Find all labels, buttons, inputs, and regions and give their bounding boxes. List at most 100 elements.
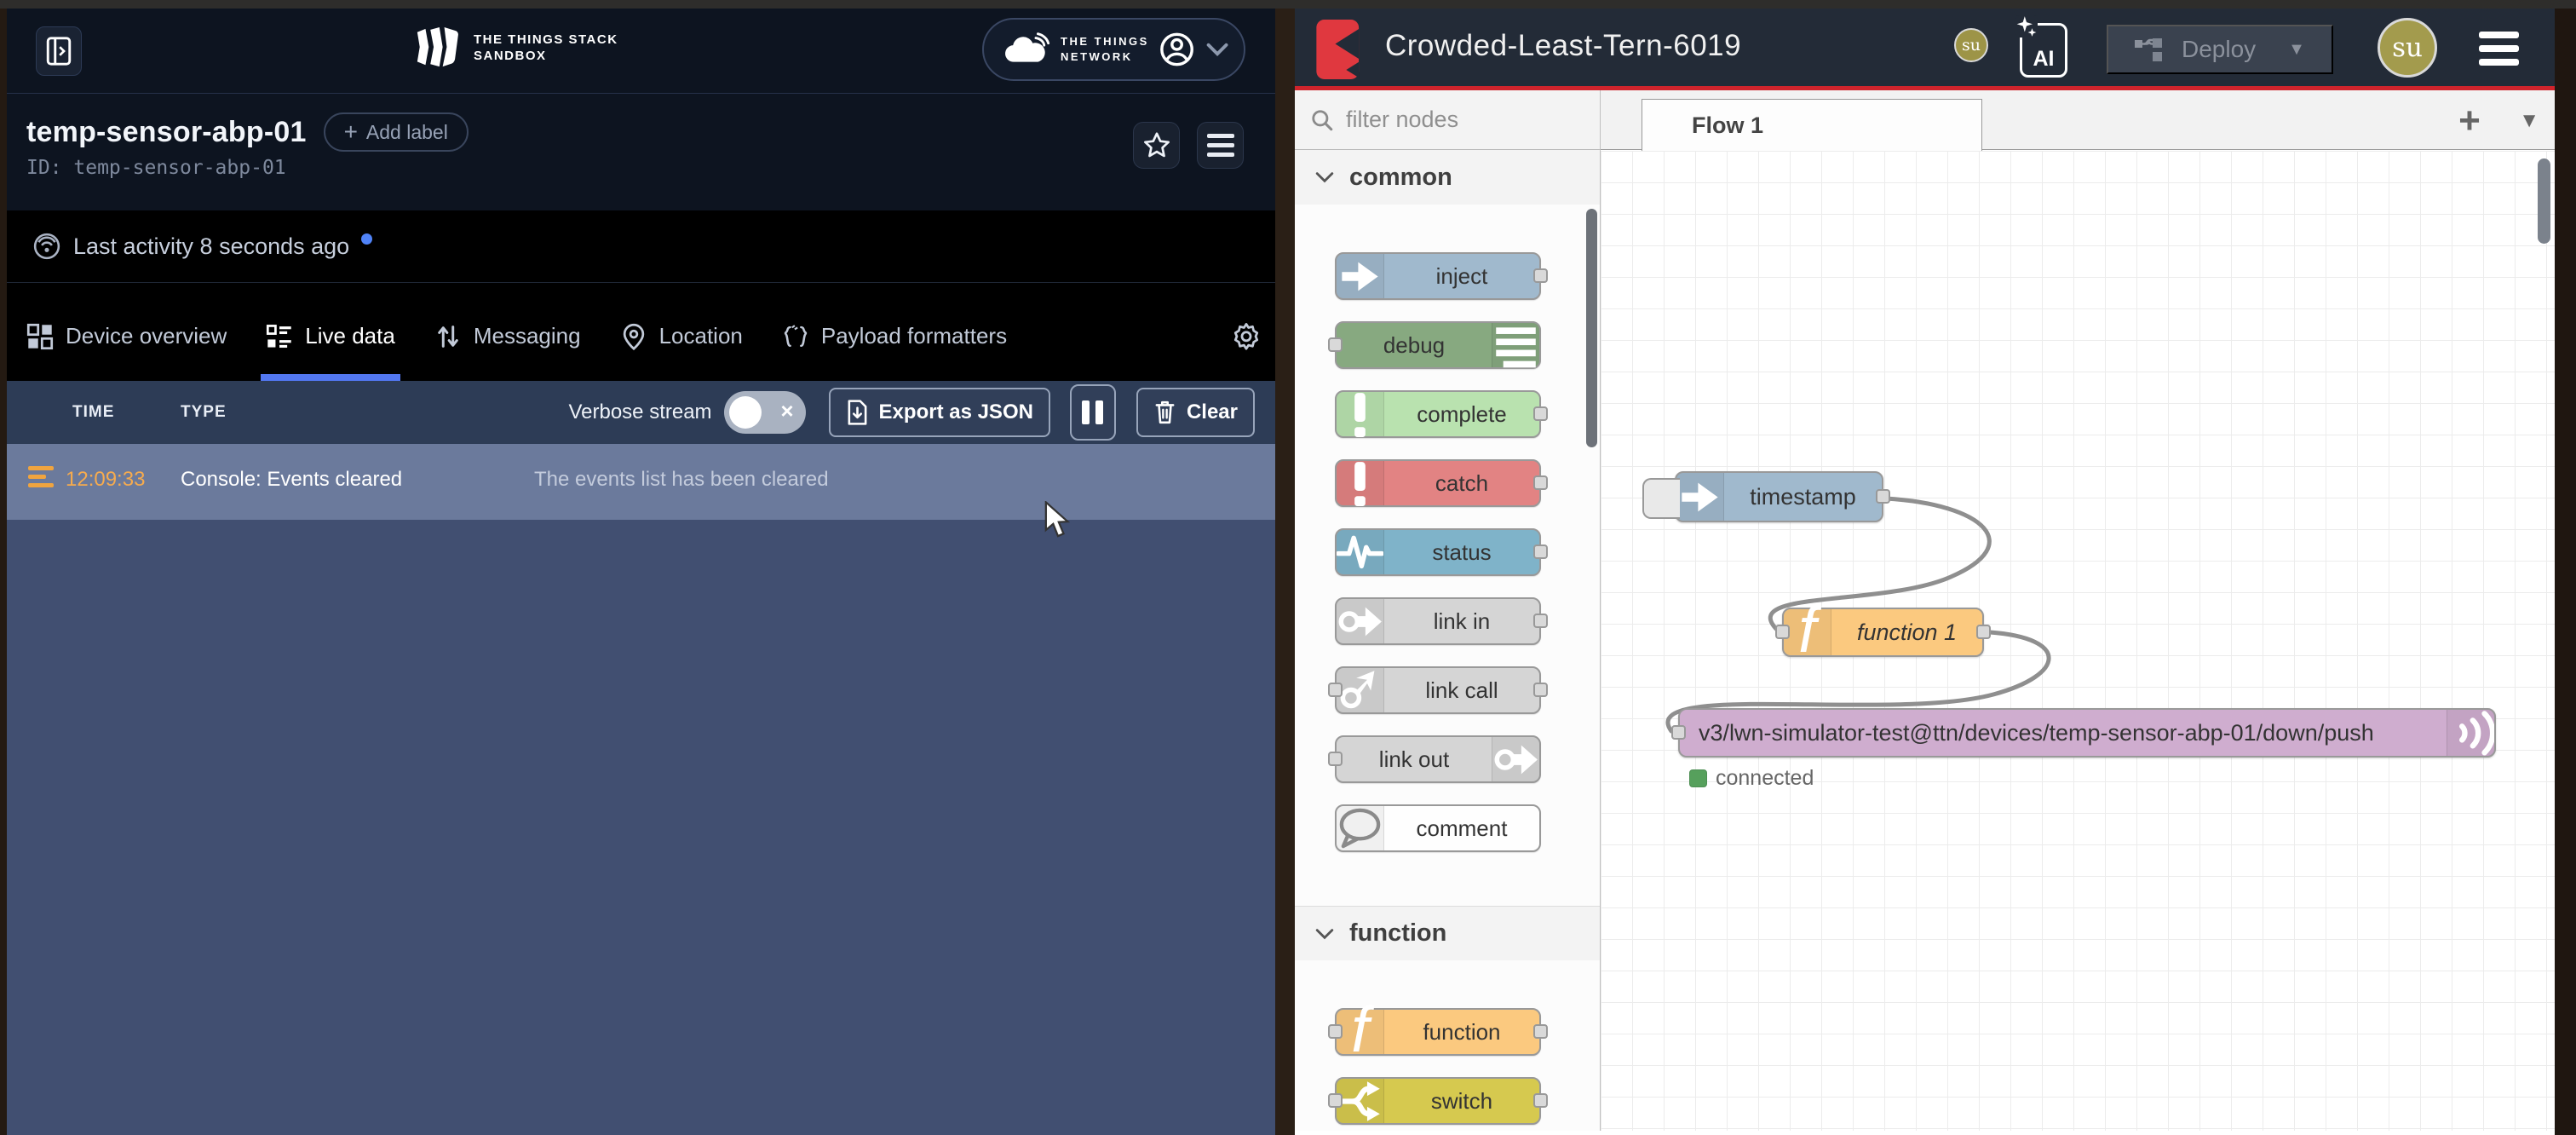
- desktop: THE THINGS STACK SANDBOX THE THINGS NETW…: [0, 0, 2576, 1135]
- node-input-port[interactable]: [1328, 752, 1343, 766]
- node-output-port[interactable]: [1876, 489, 1890, 504]
- node-red-logo: [1315, 20, 1365, 79]
- node-input-port[interactable]: [1328, 337, 1343, 352]
- tab-messaging[interactable]: Messaging: [434, 291, 581, 381]
- palette-scrollbar[interactable]: [1586, 209, 1597, 447]
- inject-trigger-button[interactable]: [1642, 478, 1680, 519]
- column-header-type: TYPE: [181, 403, 227, 422]
- account-line1: THE THINGS: [1061, 34, 1149, 49]
- palette-node-function[interactable]: ffunction: [1335, 1008, 1541, 1056]
- node-output-port[interactable]: [1533, 614, 1548, 628]
- wires: [1601, 151, 2555, 1131]
- search-icon: [1310, 108, 1334, 132]
- node-output-port[interactable]: [1533, 683, 1548, 697]
- sidebar-toggle-button[interactable]: [36, 26, 82, 76]
- user-badge-small[interactable]: su: [1954, 28, 1988, 62]
- page-title: temp-sensor-abp-01: [26, 116, 307, 149]
- tts-logo-line2: SANDBOX: [474, 49, 618, 65]
- flow-node-timestamp[interactable]: timestamp: [1675, 471, 1883, 522]
- pause-stream-button[interactable]: [1070, 384, 1116, 441]
- account-menu-button[interactable]: THE THINGS NETWORK: [982, 18, 1245, 81]
- event-row[interactable]: 12:09:33 Console: Events cleared The eve…: [7, 444, 1275, 520]
- user-avatar[interactable]: su: [2378, 18, 2437, 78]
- deploy-dropdown-caret[interactable]: ▼: [2288, 40, 2305, 60]
- gear-icon[interactable]: [1231, 322, 1262, 353]
- deploy-button[interactable]: Deploy ▼: [2107, 25, 2333, 74]
- map-pin-icon: [620, 323, 647, 350]
- palette-filter: [1295, 90, 1600, 150]
- tab-device-overview[interactable]: Device overview: [26, 291, 227, 381]
- node-output-port[interactable]: [1533, 475, 1548, 490]
- node-input-port[interactable]: [1328, 683, 1343, 697]
- window-top-strip: [0, 0, 2576, 9]
- flow-node-mqtt-out[interactable]: v3/lwn-simulator-test@ttn/devices/temp-s…: [1678, 708, 2496, 758]
- flow-list-caret[interactable]: ▼: [2519, 109, 2539, 133]
- palette-node-complete[interactable]: complete: [1335, 390, 1541, 438]
- chevron-down-icon: [1206, 37, 1228, 61]
- palette-node-status[interactable]: status: [1335, 528, 1541, 576]
- status-icon: [1337, 530, 1384, 574]
- switch-icon: [1337, 1079, 1384, 1123]
- tab-location[interactable]: Location: [620, 291, 743, 381]
- palette-section-header[interactable]: common: [1295, 150, 1600, 205]
- palette-section-function: functionffunctionswitchchange: [1295, 906, 1600, 1131]
- tab-payload-formatters[interactable]: Payload formatters: [782, 291, 1007, 381]
- cloud-icon: [1003, 32, 1050, 67]
- link-in-icon: [1337, 599, 1384, 643]
- node-red-header: Crowded-Least-Tern-6019 su AI Deploy ▼ s…: [1295, 9, 2555, 90]
- clear-events-button[interactable]: Clear: [1136, 388, 1255, 437]
- live-data-icon: [266, 323, 293, 350]
- add-label-button[interactable]: + Add label: [324, 112, 469, 152]
- node-output-port[interactable]: [1533, 1093, 1548, 1108]
- node-output-port[interactable]: [1533, 406, 1548, 421]
- canvas-scrollbar[interactable]: [2538, 158, 2550, 244]
- tab-live-data[interactable]: Live data: [266, 291, 395, 381]
- palette-node-catch[interactable]: catch: [1335, 459, 1541, 507]
- device-menu-button[interactable]: [1197, 122, 1244, 169]
- workspace: Flow 1 + ▼ timestamp: [1601, 90, 2555, 1131]
- ai-assistant-button[interactable]: AI: [2020, 23, 2067, 78]
- node-output-port[interactable]: [1533, 1024, 1548, 1039]
- status-connected-dot: [1689, 769, 1707, 787]
- node-output-port[interactable]: [1533, 268, 1548, 283]
- svg-text:f: f: [1351, 1000, 1375, 1064]
- main-menu-button[interactable]: [2479, 32, 2519, 66]
- palette-node-link-in[interactable]: link in: [1335, 597, 1541, 645]
- tts-logo-icon: [411, 27, 460, 70]
- palette-node-comment[interactable]: comment: [1335, 804, 1541, 852]
- verbose-stream-toggle[interactable]: ×: [724, 391, 806, 434]
- favorite-button[interactable]: [1133, 122, 1180, 169]
- column-header-time: TIME: [72, 403, 114, 422]
- grid-icon: [26, 323, 54, 350]
- node-input-port[interactable]: [1775, 625, 1790, 639]
- flow-node-function1[interactable]: f function 1: [1782, 608, 1984, 657]
- node-input-port[interactable]: [1671, 725, 1686, 740]
- add-flow-button[interactable]: +: [2451, 102, 2488, 140]
- mqtt-status: connected: [1689, 766, 1814, 791]
- deploy-wire-icon: [2134, 37, 2163, 62]
- palette-node-link-out[interactable]: link out: [1335, 735, 1541, 783]
- node-palette: common inject debug complete catch status link…: [1295, 90, 1601, 1131]
- comment-icon: [1337, 806, 1384, 850]
- flow-canvas[interactable]: timestamp f function 1 v3/lwn-simulator-…: [1601, 151, 2555, 1131]
- filter-nodes-input[interactable]: [1344, 106, 1549, 134]
- trash-icon: [1153, 400, 1176, 425]
- toggle-off-x: ×: [780, 398, 793, 424]
- panel-toggle-icon: [46, 37, 72, 66]
- palette-section-header[interactable]: function: [1295, 906, 1600, 960]
- palette-node-switch[interactable]: switch: [1335, 1077, 1541, 1125]
- node-output-port[interactable]: [1976, 625, 1991, 639]
- event-clear-icon: [28, 466, 54, 487]
- account-line2: NETWORK: [1061, 49, 1149, 65]
- node-red-window: Crowded-Least-Tern-6019 su AI Deploy ▼ s…: [1295, 9, 2555, 1135]
- palette-section-common: common inject debug complete catch status link…: [1295, 150, 1600, 906]
- node-input-port[interactable]: [1328, 1093, 1343, 1108]
- export-json-button[interactable]: Export as JSON: [829, 388, 1050, 437]
- palette-node-inject[interactable]: inject: [1335, 252, 1541, 300]
- flow-tab[interactable]: Flow 1: [1642, 99, 1982, 151]
- mouse-cursor: [1044, 501, 1072, 540]
- palette-node-link-call[interactable]: link call: [1335, 666, 1541, 714]
- palette-node-debug[interactable]: debug: [1335, 321, 1541, 369]
- node-output-port[interactable]: [1533, 544, 1548, 559]
- node-input-port[interactable]: [1328, 1024, 1343, 1039]
